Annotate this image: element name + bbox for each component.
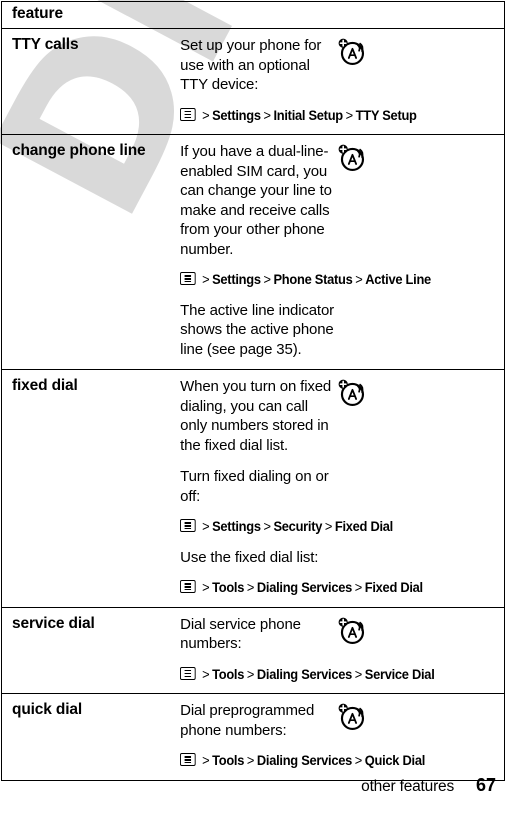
menu-path-separator: > [263, 518, 272, 534]
description-paragraph: When you turn on fixed dialing, you can … [180, 378, 332, 454]
menu-path-separator: > [263, 271, 272, 287]
menu-path: > Settings > Phone Status > Active Line [180, 271, 431, 289]
menu-path-separator: > [247, 752, 255, 768]
feature-table-header-row: feature [1, 1, 505, 29]
network-a-icon [338, 38, 364, 65]
menu-path: > Tools > Dialing Services > Quick Dial [180, 752, 425, 770]
menu-path-item: Fixed Dial [364, 579, 424, 595]
menu-path-item: Settings [212, 271, 261, 287]
menu-path-separator: > [354, 579, 363, 595]
menu-path-item: Settings [212, 106, 261, 123]
feature-row: quick dial Dial preprogrammed phone numbe… [1, 693, 505, 781]
menu-path-item: Initial Setup [273, 106, 344, 123]
feature-description-cell: Dial preprogrammed phone numbers: > Tools >… [169, 693, 425, 781]
feature-row: TTY calls Set up your phone for use with … [1, 28, 505, 135]
menu-path-separator: > [202, 271, 210, 287]
menu-path-item: Settings [212, 518, 261, 534]
menu-path-item: Tools [212, 665, 245, 682]
manual-page: feature TTY calls Set up your phone for u… [0, 0, 508, 815]
feature-icon-cell [336, 134, 505, 370]
menu-path-item: Quick Dial [364, 752, 426, 768]
network-a-icon [338, 144, 364, 171]
network-a-icon [338, 703, 364, 730]
menu-key-icon [180, 580, 197, 595]
menu-path: > Settings > Initial Setup > TTY Setup [180, 106, 417, 125]
menu-path-item: Dialing Services [257, 752, 353, 768]
menu-path-item: Security [273, 518, 323, 534]
menu-path: > Settings > Security > Fixed Dial [180, 518, 393, 536]
feature-name: service dial [12, 614, 95, 632]
footer-section-title: other features [361, 778, 454, 795]
menu-path-item: Service Dial [364, 665, 435, 682]
feature-name-cell: fixed dial [1, 369, 170, 608]
menu-path-item: Dialing Services [257, 579, 353, 595]
menu-key-icon [180, 666, 197, 682]
feature-name-cell: quick dial [1, 693, 170, 781]
description-paragraph: Dial preprogrammed phone numbers: [180, 702, 315, 739]
network-a-icon [338, 617, 364, 644]
feature-name: fixed dial [12, 377, 78, 394]
feature-name-cell: change phone line [1, 134, 170, 370]
menu-path-separator: > [354, 665, 363, 682]
menu-path-item: TTY Setup [355, 106, 417, 123]
menu-path-item: Tools [212, 579, 245, 595]
description-paragraph: Dial service phone numbers: [180, 615, 301, 653]
menu-path-separator: > [325, 518, 333, 534]
menu-path-separator: > [202, 518, 210, 534]
menu-path-item: Dialing Services [257, 665, 353, 682]
menu-path-separator: > [202, 752, 210, 768]
column-header-feature: feature [12, 5, 63, 22]
menu-path-separator: > [355, 271, 363, 287]
feature-name: quick dial [12, 701, 82, 718]
feature-description-cell: When you turn on fixed dialing, you can … [169, 369, 423, 608]
description-paragraph: If you have a dual-line-enabled SIM card… [180, 143, 332, 258]
menu-path: > Tools > Dialing Services > Fixed Dial [180, 579, 423, 597]
feature-name: change phone line [12, 142, 146, 159]
page-footer: other features 67 [0, 775, 508, 801]
feature-name-cell: service dial [1, 607, 170, 694]
menu-path-item: Fixed Dial [335, 518, 394, 534]
footer-page-number: 67 [475, 775, 496, 795]
menu-path-separator: > [263, 106, 272, 123]
feature-row: change phone line If you have a dual-line… [1, 134, 505, 370]
feature-description-cell: Set up your phone for use with an option… [169, 28, 417, 135]
menu-path-separator: > [202, 665, 210, 682]
feature-description-cell: Dial service phone numbers: > Tools > Dialin… [169, 607, 435, 694]
description-paragraph: Turn fixed dialing on or off: [180, 468, 329, 505]
feature-rows: TTY calls Set up your phone for use with … [1, 28, 505, 781]
feature-table: feature TTY calls Set up your phone for u… [1, 1, 505, 781]
menu-path-item: Active Line [365, 271, 432, 287]
feature-name-cell: TTY calls [1, 28, 170, 135]
feature-row: fixed dial When you turn on fixed dialing… [1, 369, 505, 608]
menu-path-separator: > [202, 579, 210, 595]
menu-key-icon [180, 519, 197, 534]
menu-path-separator: > [247, 665, 255, 682]
menu-path-item: Phone Status [273, 271, 353, 287]
feature-row: service dial Dial service phone numbers: >… [1, 607, 505, 694]
menu-key-icon [180, 272, 197, 287]
menu-path-separator: > [247, 579, 255, 595]
menu-path-separator: > [345, 106, 354, 123]
description-paragraph: Set up your phone for use with an option… [180, 37, 322, 93]
feature-table-header-cell: feature [1, 1, 505, 29]
feature-name: TTY calls [12, 36, 79, 53]
feature-table-body: feature [1, 1, 505, 29]
network-a-icon [338, 379, 364, 406]
menu-path: > Tools > Dialing Services > Service Dial [180, 665, 435, 684]
feature-icon-cell [336, 369, 505, 608]
menu-key-icon [180, 107, 197, 123]
feature-description-cell: If you have a dual-line-enabled SIM card… [169, 134, 431, 370]
menu-path-separator: > [202, 106, 210, 123]
menu-path-item: Tools [212, 752, 245, 768]
description-paragraph: Use the fixed dial list: [180, 548, 319, 566]
menu-key-icon [180, 753, 197, 768]
menu-path-separator: > [354, 752, 363, 768]
description-paragraph: The active line indicator shows the acti… [180, 301, 334, 358]
